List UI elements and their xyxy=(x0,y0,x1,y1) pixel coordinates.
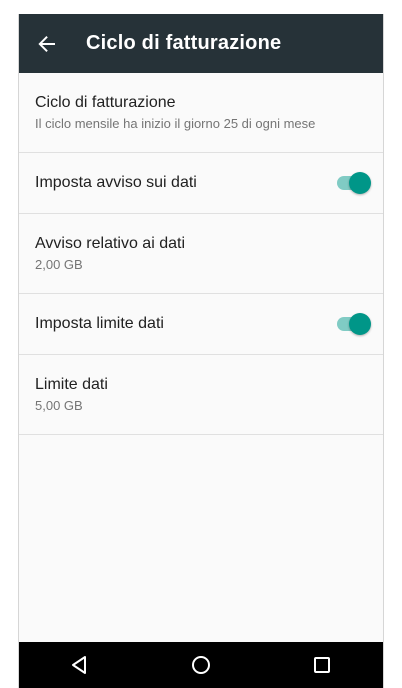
setting-subtitle: Il ciclo mensile ha inizio il giorno 25 … xyxy=(35,116,316,131)
back-button[interactable] xyxy=(19,14,75,73)
setting-data-warning-toggle[interactable]: Imposta avviso sui dati xyxy=(19,153,383,214)
data-warning-switch[interactable] xyxy=(335,171,371,195)
setting-title: Imposta avviso sui dati xyxy=(35,174,197,191)
system-nav-bar xyxy=(19,642,383,688)
setting-title: Limite dati xyxy=(35,376,108,393)
setting-title: Avviso relativo ai dati xyxy=(35,235,185,252)
data-limit-switch[interactable] xyxy=(335,312,371,336)
device-frame: Ciclo di fatturazione Ciclo di fatturazi… xyxy=(0,0,402,688)
back-triangle-icon xyxy=(71,656,86,674)
page-title: Ciclo di fatturazione xyxy=(86,32,282,54)
screen: Ciclo di fatturazione Ciclo di fatturazi… xyxy=(18,14,384,688)
arrow-back-icon xyxy=(38,35,55,52)
switch-thumb xyxy=(349,172,371,194)
setting-billing-cycle[interactable]: Ciclo di fatturazione Il ciclo mensile h… xyxy=(19,73,383,153)
recents-square-icon xyxy=(314,657,331,673)
app-bar: Ciclo di fatturazione xyxy=(19,14,383,73)
setting-data-limit[interactable]: Limite dati 5,00 GB xyxy=(19,355,383,435)
home-circle-icon xyxy=(191,656,210,674)
settings-list: Ciclo di fatturazione Il ciclo mensile h… xyxy=(19,73,383,435)
setting-subtitle: 5,00 GB xyxy=(35,398,83,413)
setting-data-warning[interactable]: Avviso relativo ai dati 2,00 GB xyxy=(19,214,383,294)
setting-title: Ciclo di fatturazione xyxy=(35,94,176,111)
setting-data-limit-toggle[interactable]: Imposta limite dati xyxy=(19,294,383,355)
nav-recents-button[interactable] xyxy=(292,642,352,688)
setting-subtitle: 2,00 GB xyxy=(35,257,83,272)
nav-home-button[interactable] xyxy=(171,642,231,688)
switch-thumb xyxy=(349,313,371,335)
setting-title: Imposta limite dati xyxy=(35,315,164,332)
nav-back-button[interactable] xyxy=(50,642,110,688)
